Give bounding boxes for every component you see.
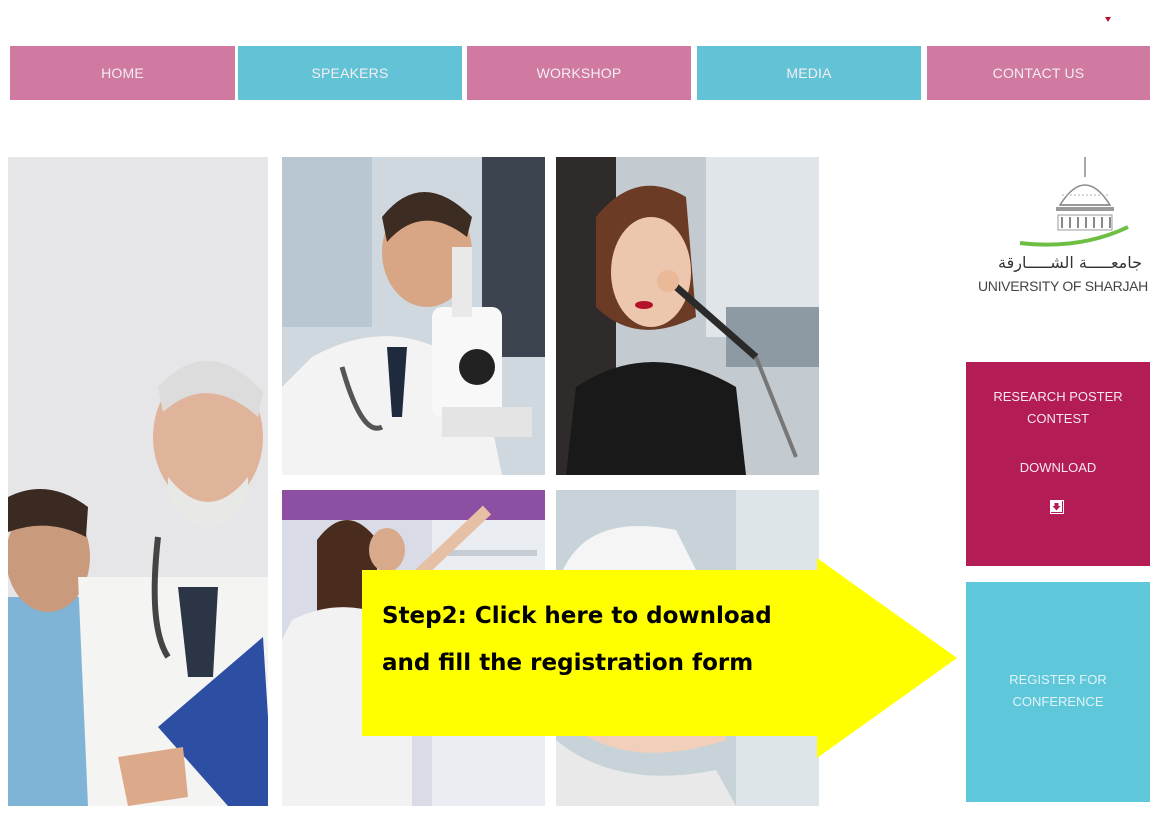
poster-title-line2: CONTEST	[1026, 411, 1090, 426]
callout-line2: and fill the registration form	[382, 650, 754, 676]
nav-speakers-label: SPEAKERS	[311, 65, 389, 81]
nav-media-label: MEDIA	[786, 65, 832, 81]
research-poster-download-button[interactable]: RESEARCH POSTER CONTEST DOWNLOAD	[966, 362, 1150, 566]
register-line2: CONFERENCE	[1012, 694, 1104, 709]
red-dot-icon	[1104, 10, 1112, 22]
nav-speakers[interactable]: SPEAKERS	[238, 46, 462, 100]
instruction-callout-arrow	[362, 558, 962, 808]
nav-home[interactable]: HOME	[10, 46, 235, 100]
poster-title-line1: RESEARCH POSTER	[993, 389, 1123, 404]
university-name-arabic: جامعـــــة الشـــــارقة	[997, 253, 1142, 272]
download-arrow-icon[interactable]	[1050, 500, 1064, 514]
nav-contact-us-label: CONTACT US	[992, 65, 1085, 81]
nav-workshop-label: WORKSHOP	[536, 65, 622, 81]
download-label: DOWNLOAD	[1019, 460, 1097, 475]
university-name-english: UNIVERSITY OF SHARJAH	[977, 278, 1148, 294]
scientist-microscope-photo	[282, 157, 545, 475]
main-nav: HOME SPEAKERS WORKSHOP MEDIA CONTACT US	[10, 46, 1150, 100]
callout-line1: Step2: Click here to download	[382, 603, 772, 629]
doctors-team-photo	[8, 157, 268, 806]
nav-workshop[interactable]: WORKSHOP	[467, 46, 691, 100]
register-line1: REGISTER FOR	[1009, 672, 1107, 687]
university-logo: جامعـــــة الشـــــارقة UNIVERSITY OF SH…	[960, 155, 1150, 315]
register-conference-button[interactable]: REGISTER FOR CONFERENCE	[966, 582, 1150, 802]
university-dome-icon	[1019, 157, 1129, 247]
nav-home-label: HOME	[101, 65, 144, 81]
nav-contact-us[interactable]: CONTACT US	[927, 46, 1150, 100]
woman-makeup-photo	[556, 157, 819, 475]
nav-media[interactable]: MEDIA	[697, 46, 921, 100]
